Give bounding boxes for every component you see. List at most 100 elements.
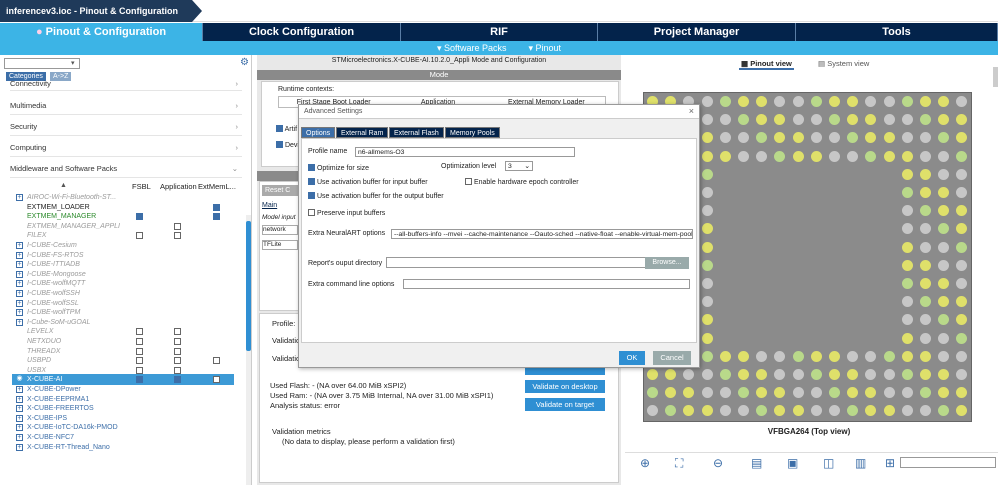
pin-pad[interactable] <box>683 369 695 380</box>
pin-pad[interactable] <box>938 332 950 344</box>
pin-pad[interactable] <box>938 150 950 162</box>
pin-pad[interactable] <box>938 278 950 289</box>
pin-pad[interactable] <box>792 96 804 107</box>
pin-pad[interactable] <box>901 259 913 271</box>
pin-pad[interactable] <box>774 150 786 162</box>
browse-button[interactable]: Browse... <box>645 257 689 269</box>
pin-pad[interactable] <box>719 132 731 144</box>
pin-pad[interactable] <box>938 205 950 217</box>
pin-pad[interactable] <box>701 278 713 289</box>
pin-pad[interactable] <box>920 132 931 144</box>
pin-pad[interactable] <box>938 314 950 326</box>
pin-pad[interactable] <box>956 369 968 380</box>
pin-pad[interactable] <box>792 150 804 162</box>
context-checkbox[interactable] <box>136 328 143 336</box>
pin-pad[interactable] <box>901 332 913 344</box>
use-input-checkbox[interactable]: Use activation buffer for input buffer <box>308 177 428 186</box>
pin-pad[interactable] <box>956 332 968 344</box>
tab-rif[interactable]: RIF <box>401 23 598 41</box>
profile-name-input[interactable]: n6-allmems-O3 <box>355 147 575 157</box>
pin-pad[interactable] <box>847 369 859 380</box>
pin-pad[interactable] <box>956 150 968 162</box>
pin-pad[interactable] <box>719 387 731 399</box>
pin-pad[interactable] <box>738 369 749 380</box>
context-checkbox[interactable] <box>213 357 220 365</box>
pin-pad[interactable] <box>738 387 749 399</box>
pin-pad[interactable] <box>774 132 786 144</box>
pin-pad[interactable] <box>792 369 804 380</box>
pin-pad[interactable] <box>865 96 877 107</box>
pin-pad[interactable] <box>792 405 804 417</box>
pin-pad[interactable] <box>701 405 713 417</box>
pin-pad[interactable] <box>738 96 749 107</box>
pin-pad[interactable] <box>829 369 840 380</box>
pin-pad[interactable] <box>901 132 913 144</box>
optimize-checkbox[interactable]: Optimize for size <box>308 163 369 172</box>
pin-pad[interactable] <box>719 96 731 107</box>
pin-pad[interactable] <box>956 187 968 198</box>
expand-icon[interactable]: + <box>16 290 23 297</box>
expand-icon[interactable]: + <box>16 251 23 259</box>
pin-pad[interactable] <box>956 241 968 253</box>
pin-pad[interactable] <box>865 150 877 162</box>
pin-pad[interactable] <box>920 296 931 308</box>
pinout-menu[interactable]: ▾ Pinout <box>529 41 562 55</box>
pin-pad[interactable] <box>938 223 950 235</box>
expand-icon[interactable]: + <box>16 434 23 441</box>
pin-pad[interactable] <box>938 405 950 417</box>
expand-icon[interactable]: + <box>16 194 23 201</box>
pin-pad[interactable] <box>920 278 931 289</box>
epoch-checkbox[interactable]: Enable hardware epoch controller <box>465 177 579 186</box>
pin-pad[interactable] <box>829 96 840 107</box>
gear-icon[interactable]: ⚙ <box>240 57 249 68</box>
scroll-handle[interactable] <box>993 67 998 87</box>
expand-icon[interactable]: + <box>16 443 23 451</box>
pin-pad[interactable] <box>810 369 822 380</box>
pin-pad[interactable] <box>810 132 822 144</box>
pin-pad[interactable] <box>774 369 786 380</box>
tab-pinout-configuration[interactable]: ● Pinout & Configuration <box>0 23 203 41</box>
pin-pad[interactable] <box>920 332 931 344</box>
pin-pad[interactable] <box>756 350 768 362</box>
pin-pad[interactable] <box>956 205 968 217</box>
expand-icon[interactable]: + <box>16 405 23 413</box>
pin-pad[interactable] <box>719 114 731 126</box>
pin-pad[interactable] <box>938 168 950 180</box>
pin-pad[interactable] <box>883 96 895 107</box>
pin-pad[interactable] <box>756 369 768 380</box>
expand-icon[interactable]: + <box>16 395 23 403</box>
chevron-down-icon[interactable]: ▾ <box>71 59 75 67</box>
export-icon[interactable]: ▤ <box>751 456 762 470</box>
pin-pad[interactable] <box>938 114 950 126</box>
category-multimedia[interactable]: Multimedia › <box>10 96 242 115</box>
context-checkbox[interactable] <box>174 222 181 230</box>
pin-pad[interactable] <box>920 259 931 271</box>
artif-checkbox[interactable]: Artif <box>276 124 297 133</box>
expand-icon[interactable]: + <box>16 424 23 432</box>
columns-icon[interactable]: ◫ <box>823 456 834 470</box>
pin-pad[interactable] <box>792 387 804 399</box>
pin-pad[interactable] <box>920 96 931 107</box>
context-checkbox[interactable] <box>136 376 143 384</box>
pin-pad[interactable] <box>774 350 786 362</box>
pin-pad[interactable] <box>883 132 895 144</box>
context-checkbox[interactable] <box>174 347 181 355</box>
pin-pad[interactable] <box>756 405 768 417</box>
pin-pad[interactable] <box>920 241 931 253</box>
tab-tools[interactable]: Tools <box>796 23 998 41</box>
pin-pad[interactable] <box>883 350 895 362</box>
neuralart-input[interactable]: --all-buffers-info --mvei --cache-mainte… <box>391 229 693 239</box>
opt-level-select[interactable]: 3 ⌄ <box>505 161 533 171</box>
pin-pad[interactable] <box>901 187 913 198</box>
expand-icon[interactable]: + <box>16 309 23 317</box>
pin-pad[interactable] <box>719 350 731 362</box>
pin-pad[interactable] <box>883 369 895 380</box>
pin-pad[interactable] <box>738 405 749 417</box>
pin-pad[interactable] <box>865 405 877 417</box>
pin-pad[interactable] <box>920 114 931 126</box>
pin-pad[interactable] <box>938 132 950 144</box>
pin-pad[interactable] <box>956 350 968 362</box>
validate-target-button[interactable]: Validate on target <box>525 398 605 411</box>
fit-icon[interactable]: ⛶ <box>675 456 683 471</box>
pin-pad[interactable] <box>701 96 713 107</box>
